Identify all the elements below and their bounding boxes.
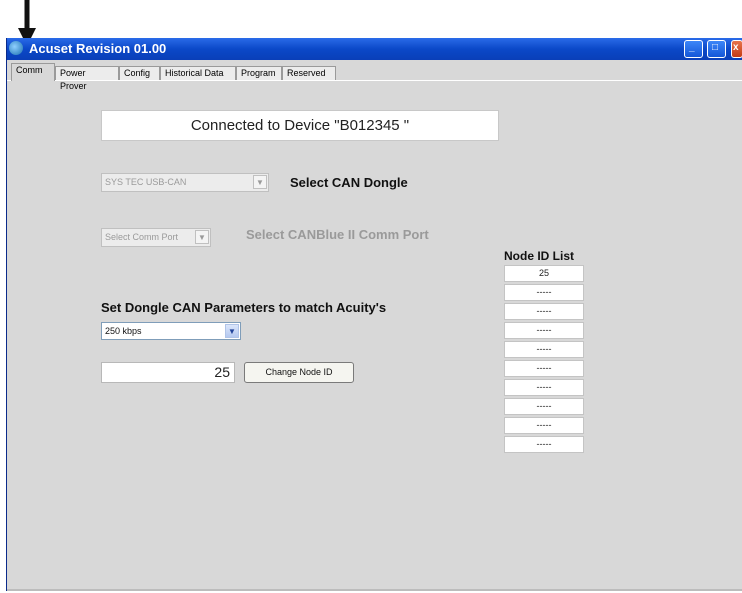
tab-power-prover[interactable]: Power Prover (55, 66, 119, 91)
close-icon: x (733, 42, 739, 53)
tab-bar: Comm Power Prover Config Historical Data… (7, 62, 742, 91)
node-id-cell[interactable]: 25 (504, 265, 584, 282)
connection-status: Connected to Device "B012345 " (101, 110, 499, 141)
title-bar[interactable]: Acuset Revision 01.00 _ □ x (7, 38, 742, 60)
tab-historical-data[interactable]: Historical Data (160, 66, 236, 80)
can-params-label: Set Dongle CAN Parameters to match Acuit… (101, 300, 387, 315)
comm-port-value: Select Comm Port (105, 232, 179, 242)
chevron-down-icon: ▼ (253, 175, 267, 189)
chevron-down-icon: ▼ (225, 324, 239, 338)
window-title: Acuset Revision 01.00 (29, 41, 167, 56)
tab-reserved[interactable]: Reserved (282, 66, 336, 80)
app-icon (9, 41, 23, 55)
baud-rate-value: 250 kbps (105, 326, 142, 336)
can-dongle-value: SYS TEC USB-CAN (105, 177, 187, 187)
minimize-button[interactable]: _ (684, 40, 703, 58)
node-id-cell[interactable]: ----- (504, 417, 584, 434)
comm-port-label: Select CANBlue II Comm Port (246, 227, 429, 242)
tab-divider (7, 80, 742, 81)
node-id-cell[interactable]: ----- (504, 284, 584, 301)
tab-config[interactable]: Config (119, 66, 160, 80)
node-id-input[interactable]: 25 (101, 362, 235, 383)
can-dongle-label: Select CAN Dongle (290, 175, 408, 190)
window-bottom-edge (7, 589, 742, 591)
node-id-cell[interactable]: ----- (504, 360, 584, 377)
tab-program[interactable]: Program (236, 66, 282, 80)
node-id-cell[interactable]: ----- (504, 436, 584, 453)
tab-comm[interactable]: Comm (11, 63, 55, 81)
node-id-list-title: Node ID List (504, 249, 575, 263)
minimize-icon: _ (689, 42, 695, 53)
maximize-icon: □ (712, 42, 719, 53)
maximize-button[interactable]: □ (707, 40, 726, 58)
chevron-down-icon: ▼ (195, 230, 209, 244)
node-id-cell[interactable]: ----- (504, 341, 584, 358)
node-id-cell[interactable]: ----- (504, 379, 584, 396)
node-id-cell[interactable]: ----- (504, 303, 584, 320)
node-id-cell[interactable]: ----- (504, 322, 584, 339)
close-button[interactable]: x (731, 40, 742, 58)
can-dongle-select: SYS TEC USB-CAN ▼ (101, 173, 269, 192)
node-id-cell[interactable]: ----- (504, 398, 584, 415)
app-window: Acuset Revision 01.00 _ □ x Comm Power P… (6, 38, 742, 591)
baud-rate-select[interactable]: 250 kbps ▼ (101, 322, 241, 340)
comm-port-select: Select Comm Port ▼ (101, 228, 211, 247)
change-node-id-button[interactable]: Change Node ID (244, 362, 354, 383)
